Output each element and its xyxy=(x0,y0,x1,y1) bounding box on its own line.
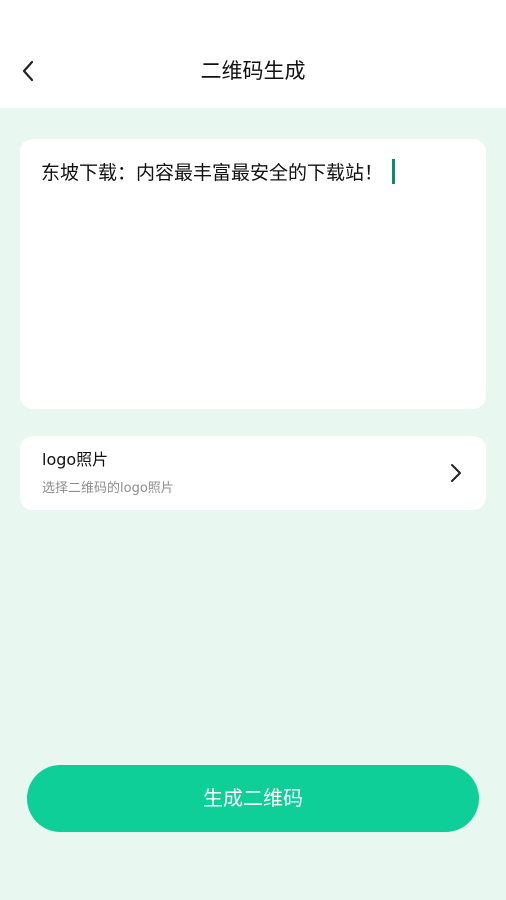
page-title: 二维码生成 xyxy=(200,59,306,83)
content-text-area[interactable]: 东坡下载：内容最丰富最安全的下载站！ xyxy=(20,139,486,409)
logo-photo-option[interactable]: logo照片 选择二维码的logo照片 xyxy=(20,436,486,510)
generate-qr-button[interactable]: 生成二维码 xyxy=(27,765,479,832)
logo-option-subtitle: 选择二维码的logo照片 xyxy=(42,481,174,496)
logo-option-title: logo照片 xyxy=(42,450,109,469)
app-header: 二维码生成 xyxy=(0,0,506,108)
content-input[interactable]: 东坡下载：内容最丰富最安全的下载站！ xyxy=(41,159,461,186)
text-caret xyxy=(392,159,396,184)
chevron-right-icon xyxy=(451,464,461,482)
content-input-value: 东坡下载：内容最丰富最安全的下载站！ xyxy=(41,162,384,184)
